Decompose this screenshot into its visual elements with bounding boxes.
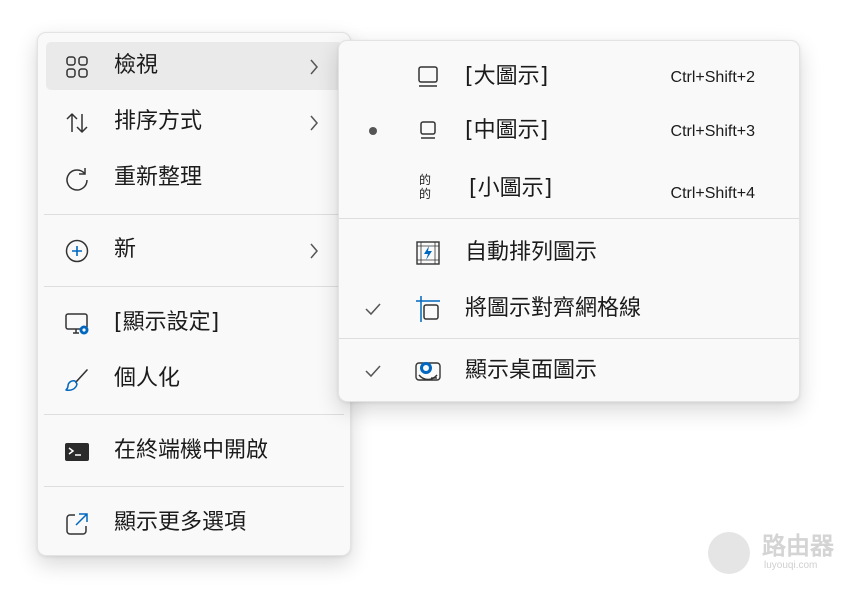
submenu-item-small-icons[interactable]: 的的 [小圖示] Ctrl+Shift+4: [339, 163, 799, 215]
menu-divider: [44, 214, 344, 215]
menu-item-display-settings[interactable]: [顯示設定]: [46, 299, 342, 347]
menu-item-label: 在終端機中開啟: [114, 438, 269, 463]
chevron-right-icon: [310, 115, 318, 131]
submenu-item-label: 自動排列圖示: [465, 240, 598, 265]
align-grid-icon: [416, 296, 440, 322]
checkmark-icon: [365, 365, 381, 378]
medium-icons-icon: [420, 121, 436, 139]
bullet-icon: [369, 127, 377, 135]
sort-arrows-icon: [66, 113, 88, 133]
menu-item-refresh[interactable]: 重新整理: [46, 154, 342, 202]
submenu-item-label: [大圖示]: [465, 64, 549, 89]
submenu-item-align-to-grid[interactable]: 將圖示對齊網格線: [339, 283, 799, 335]
menu-divider: [44, 486, 344, 487]
view-submenu: [大圖示] Ctrl+Shift+2 [中圖示] Ctrl+Shift+3 的的…: [338, 40, 800, 402]
submenu-item-medium-icons[interactable]: [中圖示] Ctrl+Shift+3: [339, 105, 799, 157]
menu-item-label: 檢視: [114, 53, 159, 78]
shortcut-text: Ctrl+Shift+2: [670, 69, 755, 86]
menu-item-new[interactable]: 新: [46, 226, 342, 274]
menu-divider: [339, 338, 799, 339]
menu-item-label: [顯示設定]: [114, 310, 220, 335]
chevron-right-icon: [310, 243, 318, 259]
shortcut-text: Ctrl+Shift+4: [670, 185, 755, 202]
brush-icon: [65, 369, 88, 391]
submenu-item-show-desktop-icons[interactable]: 顯示桌面圖示: [339, 345, 799, 397]
chevron-right-icon: [310, 59, 318, 75]
submenu-item-label: [中圖示]: [465, 118, 549, 143]
menu-item-label: 排序方式: [114, 109, 203, 134]
menu-item-label: 新: [114, 237, 137, 262]
menu-item-label: 顯示更多選項: [114, 510, 247, 535]
grid-view-icon: [66, 56, 88, 78]
shortcut-text: Ctrl+Shift+3: [670, 123, 755, 140]
menu-item-personalize[interactable]: 個人化: [46, 355, 342, 403]
menu-divider: [44, 286, 344, 287]
menu-divider: [339, 218, 799, 219]
context-menu: 檢視 排序方式 重新整理 新 [顯示設定] 個人化 在終端機中開啟 顯示更多選項: [37, 32, 351, 556]
submenu-item-label: 將圖示對齊網格線: [465, 296, 642, 321]
watermark-url: luyouqi.com: [764, 560, 818, 571]
display-settings-icon: [65, 313, 89, 335]
menu-item-label: 個人化: [114, 366, 181, 391]
terminal-icon: [65, 443, 89, 461]
refresh-icon: [66, 168, 88, 191]
add-circle-icon: [65, 239, 89, 263]
share-icon: [66, 513, 88, 535]
large-icons-icon: [418, 66, 438, 87]
menu-item-open-in-terminal[interactable]: 在終端機中開啟: [46, 427, 342, 475]
submenu-item-label: 顯示桌面圖示: [465, 358, 598, 383]
menu-item-view[interactable]: 檢視: [46, 42, 342, 90]
checkmark-icon: [365, 303, 381, 316]
menu-item-sort-by[interactable]: 排序方式: [46, 98, 342, 146]
submenu-item-label: [小圖示]: [469, 176, 553, 201]
show-desktop-icons-icon: [415, 362, 441, 381]
auto-arrange-icon: [416, 241, 440, 265]
watermark-title: 路由器: [762, 532, 834, 560]
submenu-item-large-icons[interactable]: [大圖示] Ctrl+Shift+2: [339, 51, 799, 103]
watermark-logo: 路由器 luyouqi.com: [708, 530, 848, 576]
menu-divider: [44, 414, 344, 415]
router-logo-icon: [708, 532, 750, 574]
submenu-item-auto-arrange[interactable]: 自動排列圖示: [339, 227, 799, 279]
menu-item-show-more-options[interactable]: 顯示更多選項: [46, 499, 342, 547]
small-icons-icon: 的的: [419, 173, 432, 201]
menu-item-label: 重新整理: [114, 165, 203, 190]
